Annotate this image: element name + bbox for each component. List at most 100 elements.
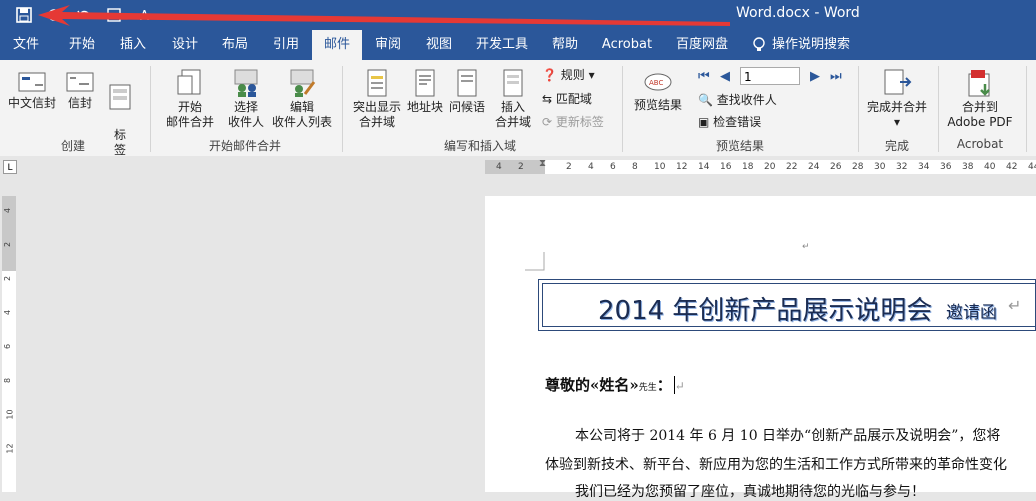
preview-icon: ABC xyxy=(644,73,672,91)
ruler-tick-label: 2 xyxy=(518,162,524,172)
tab-view[interactable]: 视图 xyxy=(414,30,464,60)
insert-field-label-2: 合并域 xyxy=(494,115,531,129)
chinese-envelopes-label: 中文信封 xyxy=(7,96,56,110)
start-mail-merge-button[interactable]: 开始 邮件合并 xyxy=(158,68,222,130)
tab-acrobat[interactable]: Acrobat xyxy=(594,30,660,60)
recipients-icon xyxy=(234,69,258,97)
separator xyxy=(938,66,939,152)
select-recipients-label-1: 选择 xyxy=(233,100,258,114)
start-merge-label-2: 邮件合并 xyxy=(165,115,214,129)
preview-results-label: 预览结果 xyxy=(633,98,682,112)
chinese-envelopes-button[interactable]: 中文信封 xyxy=(4,70,60,111)
group-label-finish: 完成 xyxy=(884,139,909,153)
ribbon-tabs: 文件 开始 插入 设计 布局 引用 邮件 审阅 视图 开发工具 帮助 Acrob… xyxy=(0,30,1036,60)
rules-button[interactable]: ❓ 规则 ▾ xyxy=(542,66,595,84)
highlight-label-2: 合并域 xyxy=(358,115,395,129)
vruler-tick-label: 2 xyxy=(3,241,13,248)
ruler-tick-label: 12 xyxy=(676,162,688,172)
rules-icon: ❓ xyxy=(542,68,557,82)
tab-baidu-netdisk[interactable]: 百度网盘 xyxy=(664,30,740,60)
ruler-tick-label: 32 xyxy=(896,162,908,172)
start-merge-label-1: 开始 xyxy=(177,100,202,114)
finish-merge-button[interactable]: 完成并合并 ▾ xyxy=(862,68,932,130)
edit-recipient-list-button[interactable]: 编辑 收件人列表 xyxy=(270,68,334,130)
group-label-create: 创建 xyxy=(60,139,85,153)
document-title: Word.docx - Word xyxy=(736,5,860,21)
ruler-tick-label: 2 xyxy=(566,162,572,172)
ruler-tick-label: 22 xyxy=(786,162,798,172)
ruler-tick-label: 44 xyxy=(1028,162,1036,172)
tab-home[interactable]: 开始 xyxy=(56,30,108,60)
greeting-line-button[interactable]: 问候语 xyxy=(446,68,488,115)
paragraph-3: 我们已经为您预留了座位，真诚地期待您的光临与参与！ xyxy=(575,484,925,500)
first-record-icon[interactable]: ⏮ xyxy=(698,69,710,84)
paragraph-mark: ↵ xyxy=(674,379,685,393)
last-record-icon[interactable]: ⏭ xyxy=(830,69,842,84)
document-subtitle: 邀请函 xyxy=(946,303,997,323)
indent-marker-icon[interactable]: ⧗ xyxy=(539,158,546,169)
preview-results-button[interactable]: ABC 预览结果 xyxy=(630,70,686,113)
envelopes-label: 信封 xyxy=(67,96,92,110)
tab-review[interactable]: 审阅 xyxy=(364,30,412,60)
tab-layout[interactable]: 布局 xyxy=(210,30,260,60)
tab-selector-icon[interactable]: L xyxy=(3,160,17,174)
record-number-input[interactable]: 1 xyxy=(740,67,800,85)
document-merge-icon xyxy=(177,69,201,95)
group-label-start-merge: 开始邮件合并 xyxy=(208,139,281,153)
previous-record-icon[interactable]: ◀ xyxy=(720,69,730,84)
tab-file[interactable]: 文件 xyxy=(0,30,52,60)
update-labels-button[interactable]: ⟳ 更新标签 xyxy=(542,113,604,131)
find-recipient-button[interactable]: 🔍 查找收件人 xyxy=(698,91,777,109)
finish-merge-label: 完成并合并 xyxy=(866,100,927,114)
tell-me-search[interactable]: 操作说明搜索 xyxy=(772,30,862,60)
labels-icon xyxy=(109,84,131,110)
highlight-merge-fields-button[interactable]: 突出显示 合并域 xyxy=(350,68,404,130)
match-fields-button[interactable]: ⇆ 匹配域 xyxy=(542,90,592,108)
salutation-title: 先生 xyxy=(638,383,657,393)
group-label-acrobat: Acrobat xyxy=(956,137,1004,151)
highlight-label-1: 突出显示 xyxy=(352,100,401,114)
vertical-ruler: 4 2 2 4 6 8 10 12 xyxy=(2,196,16,492)
check-errors-button[interactable]: ▣ 检查错误 xyxy=(698,113,761,131)
ruler-tick-label: 28 xyxy=(852,162,864,172)
envelope-icon xyxy=(18,72,46,92)
tab-help[interactable]: 帮助 xyxy=(540,30,590,60)
check-errors-icon: ▣ xyxy=(698,115,710,129)
merge-to-pdf-button[interactable]: 合并到 Adobe PDF xyxy=(944,68,1016,130)
address-block-button[interactable]: 地址块 xyxy=(404,68,446,115)
document-title-heading: 2014 年创新产品展示说明会 xyxy=(598,296,933,326)
ruler-tick-label: 4 xyxy=(496,162,502,172)
lightbulb-icon xyxy=(752,37,766,57)
vruler-tick-label: 4 xyxy=(3,207,13,214)
ruler-tick-label: 10 xyxy=(654,162,666,172)
tab-mailings[interactable]: 邮件 xyxy=(312,30,362,60)
vruler-tick-label: 4 xyxy=(3,309,13,316)
edit-list-icon xyxy=(290,69,316,97)
separator xyxy=(150,66,151,152)
svg-text:ABC: ABC xyxy=(649,79,663,87)
salutation-colon: ： xyxy=(656,376,672,394)
document-page[interactable] xyxy=(485,196,1036,492)
paragraph-mark: ↵ xyxy=(1008,296,1022,315)
greeting-line-icon xyxy=(457,69,477,97)
salutation-line: 尊敬的«姓名»先生：​↵ xyxy=(545,374,685,395)
tab-design[interactable]: 设计 xyxy=(160,30,210,60)
vruler-tick-label: 2 xyxy=(3,275,13,282)
ruler-tick-label: 20 xyxy=(764,162,776,172)
separator xyxy=(858,66,859,152)
update-labels-icon: ⟳ xyxy=(542,115,553,129)
address-block-label: 地址块 xyxy=(406,100,443,114)
envelopes-button[interactable]: 信封 xyxy=(60,70,100,111)
tab-developer[interactable]: 开发工具 xyxy=(468,30,536,60)
salutation-name-field: 尊敬的«姓名» xyxy=(545,376,639,394)
insert-merge-field-button[interactable]: 插入 合并域 xyxy=(488,68,538,130)
ruler-tick-label: 16 xyxy=(720,162,732,172)
next-record-icon[interactable]: ▶ xyxy=(810,69,820,84)
find-recipient-label: 查找收件人 xyxy=(716,93,777,107)
envelope-icon xyxy=(66,72,94,92)
find-recipient-icon: 🔍 xyxy=(698,93,713,107)
horizontal-ruler[interactable]: L ⧗ 4 2 2 4 6 8 10 12 14 16 18 20 22 24 26 28 30 32 34 36 38… xyxy=(0,156,1036,178)
tab-insert[interactable]: 插入 xyxy=(108,30,158,60)
tab-references[interactable]: 引用 xyxy=(262,30,310,60)
select-recipients-button[interactable]: 选择 收件人 xyxy=(220,68,272,130)
